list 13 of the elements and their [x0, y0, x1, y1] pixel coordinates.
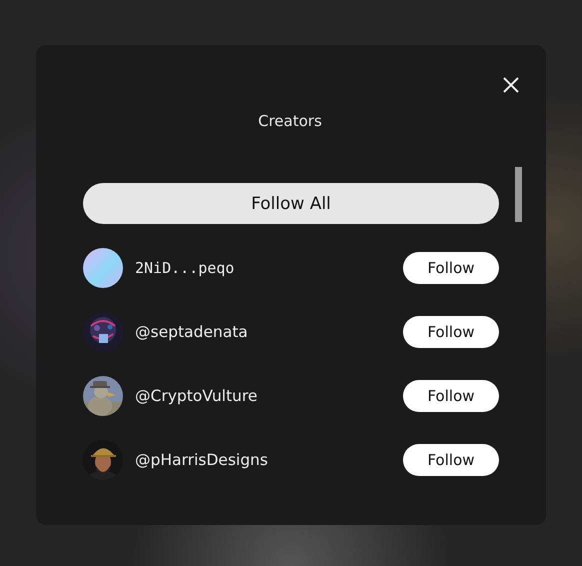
follow-button[interactable]: Follow	[403, 252, 499, 284]
creator-name: 2NiD...peqo	[135, 259, 236, 277]
dialog-title: Creators	[258, 112, 322, 130]
creator-name: @pHarrisDesigns	[135, 451, 269, 469]
follow-all-button[interactable]: Follow All	[83, 183, 499, 224]
close-icon[interactable]	[502, 76, 520, 94]
avatar	[83, 248, 123, 288]
scrollbar-thumb[interactable]	[515, 167, 522, 222]
creator-name: @CryptoVulture	[135, 387, 258, 405]
follow-button[interactable]: Follow	[403, 316, 499, 348]
creator-name: @septadenata	[135, 323, 249, 341]
follow-button[interactable]: Follow	[403, 380, 499, 412]
follow-button[interactable]: Follow	[403, 444, 499, 476]
